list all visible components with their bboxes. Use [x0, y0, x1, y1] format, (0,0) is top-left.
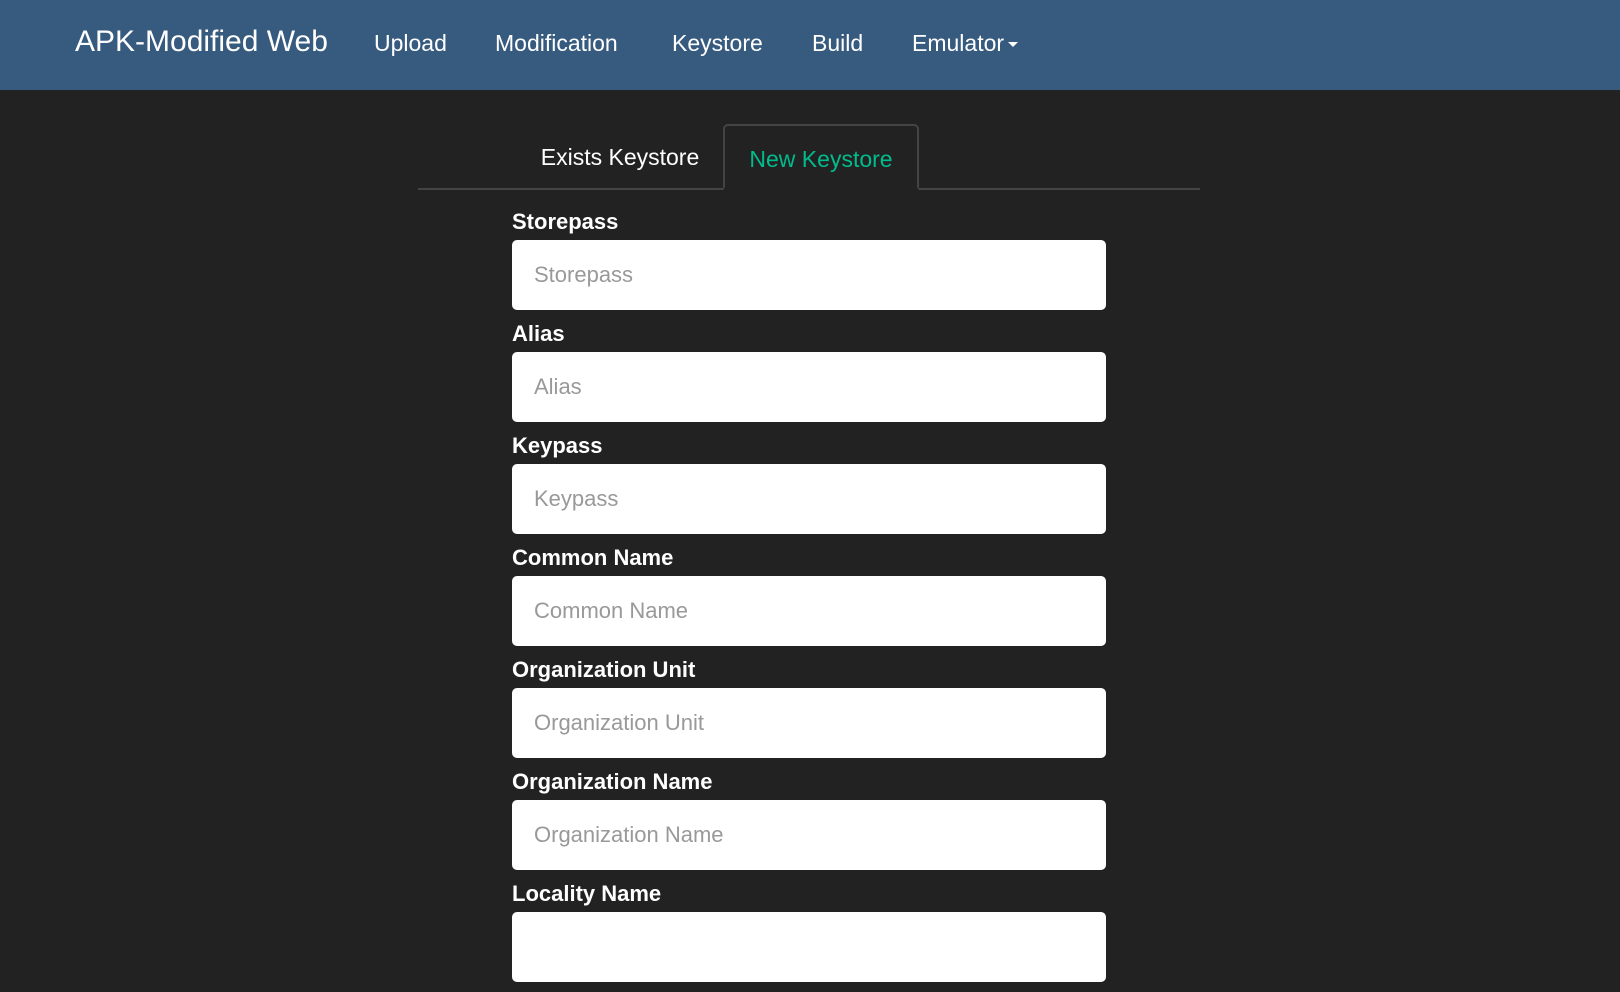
keypass-label: Keypass	[512, 433, 603, 458]
tab-exists-keystore[interactable]: Exists Keystore	[520, 124, 720, 188]
common-name-input[interactable]	[512, 576, 1106, 646]
form-group-common-name: Common Name	[512, 544, 1106, 646]
organization-name-input[interactable]	[512, 800, 1106, 870]
alias-label: Alias	[512, 321, 565, 346]
caret-down-icon	[1008, 42, 1019, 48]
storepass-label: Storepass	[512, 209, 619, 234]
brand-link[interactable]: APK-Modified Web	[75, 0, 328, 84]
organization-unit-label: Organization Unit	[512, 657, 696, 682]
tab-new-keystore[interactable]: New Keystore	[723, 124, 919, 190]
nav-link-upload[interactable]: Upload	[374, 0, 447, 86]
form-group-keypass: Keypass	[512, 432, 1106, 534]
new-keystore-form: Storepass Alias Keypass Common Name Orga…	[512, 208, 1106, 992]
keypass-input[interactable]	[512, 464, 1106, 534]
form-group-organization-name: Organization Name	[512, 768, 1106, 870]
nav-link-build[interactable]: Build	[812, 0, 863, 86]
common-name-label: Common Name	[512, 545, 674, 570]
locality-name-label: Locality Name	[512, 881, 662, 906]
organization-unit-input[interactable]	[512, 688, 1106, 758]
nav-link-keystore[interactable]: Keystore	[672, 0, 763, 86]
nav-dropdown-emulator[interactable]: Emulator	[912, 0, 1019, 86]
nav-link-modification[interactable]: Modification	[495, 0, 618, 86]
nav-dropdown-label: Emulator	[912, 30, 1005, 56]
form-group-storepass: Storepass	[512, 208, 1106, 310]
locality-name-input[interactable]	[512, 912, 1106, 982]
navbar: APK-Modified Web Upload Modification Key…	[0, 0, 1620, 90]
form-group-organization-unit: Organization Unit	[512, 656, 1106, 758]
organization-name-label: Organization Name	[512, 769, 713, 794]
form-group-locality-name: Locality Name	[512, 880, 1106, 982]
storepass-input[interactable]	[512, 240, 1106, 310]
alias-input[interactable]	[512, 352, 1106, 422]
form-group-alias: Alias	[512, 320, 1106, 422]
